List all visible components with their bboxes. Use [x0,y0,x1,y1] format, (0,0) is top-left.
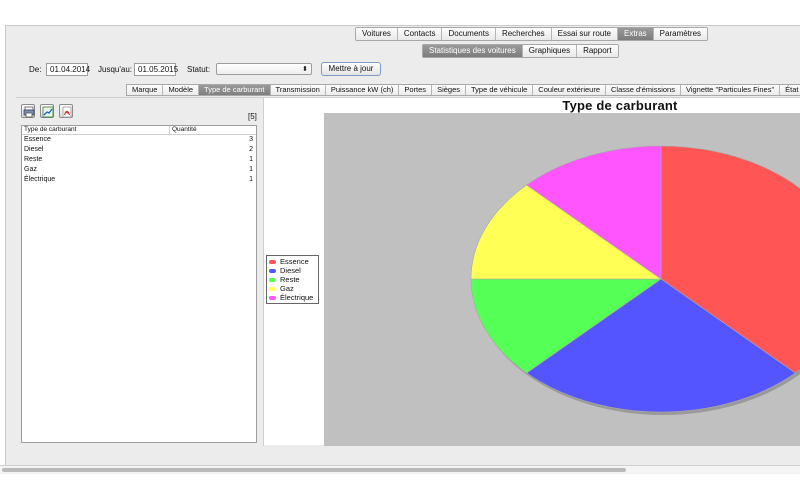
print-icon[interactable] [21,104,35,118]
legend-swatch [269,295,276,300]
fuel-type-cell: Diesel [24,146,44,153]
from-label: De: [29,65,42,74]
legend-label: Essence [280,257,309,266]
export-toolbar [21,104,73,118]
main-tab-3[interactable]: Recherches [495,28,552,40]
fuel-type-table[interactable]: Type de carburant Quantité Essence 3 Diese… [21,125,257,443]
category-tab-1[interactable]: Modèle [163,85,200,95]
update-button[interactable]: Mettre à jour [321,62,381,76]
legend-item: Électrique [269,293,316,302]
to-label: Jusqu'au: [98,65,132,74]
table-body: Essence 3 Diesel 2 Reste 1 Gaz 1 Électrique 1 [22,135,256,185]
legend-label: Reste [280,275,300,284]
table-row[interactable]: Électrique 1 [22,175,256,185]
category-tab-9[interactable]: Classe d'émissions [606,85,681,95]
horizontal-scrollbar[interactable] [0,465,800,474]
statistics-content: [5] Type de carburant Quantité Essence 3 D… [16,97,800,446]
chart-legend: Essence Diesel Reste Gaz Électrique [266,255,319,304]
category-tab-bar: Marque Modèle Type de carburant Transmissio… [126,84,800,96]
main-tab-5[interactable]: Extras [618,28,654,40]
fuel-type-cell: Gaz [24,166,37,173]
result-count: [5] [248,112,257,121]
category-tab-6[interactable]: Sièges [432,85,466,95]
fuel-type-cell: Électrique [24,176,56,183]
scrollbar-thumb[interactable] [2,468,626,472]
main-tab-4[interactable]: Essai sur route [551,28,618,40]
pie-chart-plot-area [324,113,800,446]
category-tab-3[interactable]: Transmission [270,85,326,95]
chart-title: Type de carburant [562,98,678,113]
left-panel: [5] Type de carburant Quantité Essence 3 D… [16,98,264,446]
table-row[interactable]: Reste 1 [22,155,256,165]
category-tab-5[interactable]: Portes [399,85,433,95]
category-tab-10[interactable]: Vignette "Particules Fines" [680,85,781,95]
category-tab-11[interactable]: État [780,85,800,95]
legend-swatch [269,277,276,282]
excel-export-icon[interactable] [40,104,54,118]
table-row[interactable]: Gaz 1 [22,165,256,175]
legend-item: Reste [269,275,316,284]
status-label: Statut: [187,65,211,74]
category-tab-7[interactable]: Type de véhicule [466,85,534,95]
main-tab-bar: Voitures Contacts Documents Recherches Essai… [355,27,709,41]
column-header-quantity[interactable]: Quantité [170,126,197,134]
to-date-field[interactable]: 01.05.2015 [134,63,178,76]
category-tab-2[interactable]: Type de carburant [199,85,271,95]
quantity-cell: 1 [249,156,253,163]
table-header: Type de carburant Quantité [22,126,256,135]
category-tab-4[interactable]: Puissance kW (ch) [325,85,400,95]
updown-arrow-icon: ⬍ [302,66,308,73]
quantity-cell: 1 [249,176,253,183]
category-tab-0[interactable]: Marque [127,85,164,95]
legend-label: Gaz [280,284,294,293]
legend-swatch [269,286,276,291]
from-date-field[interactable]: 01.04.2014 [46,63,90,76]
legend-item: Diesel [269,266,316,275]
legend-swatch [269,268,276,273]
filter-bar: De: 01.04.2014 Jusqu'au: 01.05.2015 Stat… [18,55,798,83]
quantity-cell: 1 [249,166,253,173]
legend-swatch [269,259,276,264]
table-row[interactable]: Diesel 2 [22,145,256,155]
pie-chart [470,145,800,415]
legend-label: Diesel [280,266,301,275]
fuel-type-cell: Essence [24,136,51,143]
column-header-fuel-type[interactable]: Type de carburant [22,126,170,134]
legend-item: Essence [269,257,316,266]
main-tab-1[interactable]: Contacts [397,28,443,40]
legend-label: Électrique [280,293,314,302]
fuel-type-cell: Reste [24,156,43,163]
legend-item: Gaz [269,284,316,293]
category-tab-8[interactable]: Couleur extérieure [533,85,606,95]
quantity-cell: 3 [249,136,253,143]
table-row[interactable]: Essence 3 [22,135,256,145]
main-tab-2[interactable]: Documents [442,28,496,40]
status-select[interactable]: ⬍ [216,63,312,75]
quantity-cell: 2 [249,146,253,153]
main-tab-0[interactable]: Voitures [356,28,398,40]
main-tab-6[interactable]: Paramètres [653,28,708,40]
pdf-export-icon[interactable] [59,104,73,118]
